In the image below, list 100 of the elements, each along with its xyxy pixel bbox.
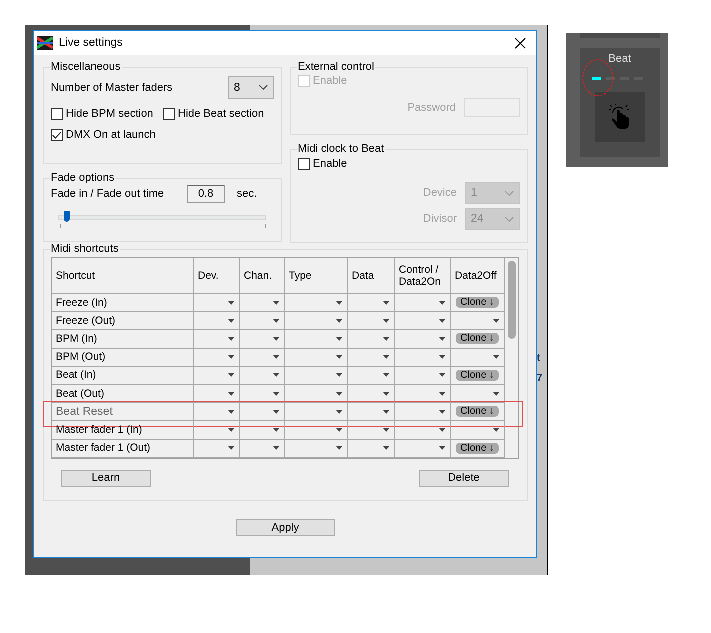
tap-button[interactable] bbox=[595, 92, 645, 142]
dropdown-arrow-icon bbox=[336, 373, 343, 378]
dropdown-cell[interactable] bbox=[240, 366, 285, 385]
dropdown-arrow-icon bbox=[439, 428, 446, 432]
dropdown-cell[interactable] bbox=[348, 330, 395, 349]
dropdown-cell[interactable] bbox=[194, 348, 240, 367]
dropdown-cell[interactable] bbox=[240, 330, 285, 349]
table-cell: Beat Reset bbox=[52, 403, 194, 422]
dropdown-arrow-icon bbox=[228, 392, 235, 396]
dropdown-cell[interactable] bbox=[348, 440, 395, 458]
table-cell: BPM (Out) bbox=[52, 348, 194, 367]
checkbox[interactable] bbox=[298, 158, 310, 170]
dropdown-arrow-icon bbox=[439, 300, 446, 305]
dropdown-cell[interactable] bbox=[395, 384, 451, 404]
dropdown-arrow-icon bbox=[439, 336, 446, 341]
action-button[interactable]: Learn bbox=[61, 470, 151, 487]
dropdown-cell[interactable] bbox=[285, 312, 348, 330]
group-title: Miscellaneous bbox=[50, 61, 122, 73]
dropdown-arrow-icon bbox=[228, 373, 235, 378]
dropdown-arrow-icon bbox=[228, 428, 235, 432]
column-header: Chan. bbox=[240, 258, 285, 294]
dropdown-cell[interactable] bbox=[395, 294, 451, 312]
dropdown-arrow-icon bbox=[493, 428, 500, 432]
dropdown-cell[interactable] bbox=[240, 440, 285, 458]
dropdown-arrow-icon bbox=[273, 392, 280, 396]
dropdown-arrow-icon bbox=[336, 392, 343, 396]
dropdown-arrow-icon bbox=[273, 446, 280, 450]
dropdown-cell[interactable] bbox=[240, 312, 285, 330]
dropdown-cell[interactable] bbox=[240, 421, 285, 440]
dropdown-cell[interactable] bbox=[285, 366, 348, 385]
checkbox-label: Enable bbox=[313, 158, 348, 170]
column-header: Type bbox=[285, 258, 348, 294]
group-title: Midi shortcuts bbox=[50, 243, 120, 255]
dropdown-cell[interactable] bbox=[348, 294, 395, 312]
dropdown-cell[interactable] bbox=[194, 294, 240, 312]
dropdown-arrow-icon bbox=[383, 446, 390, 450]
dropdown-cell[interactable] bbox=[194, 330, 240, 349]
dropdown-cell[interactable] bbox=[240, 348, 285, 367]
dropdown-cell[interactable] bbox=[285, 440, 348, 458]
apply-button[interactable]: Apply bbox=[236, 519, 335, 536]
dropdown-cell[interactable] bbox=[395, 421, 451, 440]
dropdown-cell[interactable] bbox=[395, 312, 451, 330]
scrollbar-thumb[interactable] bbox=[508, 261, 516, 339]
dropdown-cell[interactable] bbox=[395, 348, 451, 367]
action-button[interactable]: Delete bbox=[419, 470, 509, 487]
dropdown-cell[interactable] bbox=[240, 384, 285, 404]
table-cell: Master fader 1 (Out) bbox=[52, 440, 194, 458]
dropdown-cell[interactable] bbox=[194, 403, 240, 422]
dropdown-cell[interactable] bbox=[348, 384, 395, 404]
dropdown-cell[interactable] bbox=[395, 403, 451, 422]
dropdown-cell[interactable] bbox=[348, 348, 395, 367]
clone-button[interactable]: Clone ↓ bbox=[456, 297, 500, 308]
dropdown-cell[interactable] bbox=[194, 440, 240, 458]
table-cell: BPM (In) bbox=[52, 330, 194, 349]
dropdown-cell[interactable] bbox=[240, 403, 285, 422]
input-field[interactable]: 0.8 bbox=[187, 185, 225, 203]
dropdown-cell[interactable] bbox=[395, 330, 451, 349]
dropdown-cell[interactable] bbox=[240, 294, 285, 312]
checkbox[interactable] bbox=[51, 108, 63, 120]
dropdown-cell[interactable] bbox=[348, 366, 395, 385]
dropdown-cell[interactable] bbox=[395, 366, 451, 385]
dropdown-arrow-icon bbox=[336, 318, 343, 323]
dropdown-cell[interactable] bbox=[348, 312, 395, 330]
dropdown-cell[interactable] bbox=[285, 403, 348, 422]
field-label: Divisor bbox=[423, 213, 457, 225]
dropdown-arrow-icon bbox=[273, 300, 280, 305]
dropdown-arrow-icon bbox=[336, 355, 343, 360]
dropdown-cell[interactable] bbox=[285, 348, 348, 367]
slider-thumb[interactable] bbox=[64, 211, 70, 222]
dropdown-arrow-icon bbox=[493, 318, 500, 323]
dropdown-arrow-icon bbox=[336, 410, 343, 414]
dropdown-cell[interactable] bbox=[194, 312, 240, 330]
dropdown-cell[interactable] bbox=[395, 440, 451, 458]
dropdown-cell[interactable] bbox=[194, 384, 240, 404]
dropdown-cell[interactable] bbox=[285, 421, 348, 440]
dropdown-cell[interactable] bbox=[285, 384, 348, 404]
table-cell: Beat (In) bbox=[52, 366, 194, 385]
clone-button[interactable]: Clone ↓ bbox=[456, 370, 500, 381]
dropdown-arrow-icon bbox=[383, 428, 390, 432]
dropdown-arrow-icon bbox=[228, 318, 235, 323]
dropdown-arrow-icon bbox=[336, 336, 343, 341]
chevron-icon bbox=[259, 85, 268, 90]
field-label: Device bbox=[423, 187, 457, 199]
checkbox[interactable] bbox=[163, 108, 175, 120]
clone-button[interactable]: Clone ↓ bbox=[456, 333, 500, 344]
table-cell: Freeze (In) bbox=[52, 294, 194, 312]
clone-button[interactable]: Clone ↓ bbox=[456, 406, 500, 418]
dropdown[interactable]: 8 bbox=[228, 76, 274, 99]
dropdown-cell[interactable] bbox=[194, 421, 240, 440]
dropdown-cell[interactable] bbox=[194, 366, 240, 385]
checkbox[interactable] bbox=[51, 129, 63, 141]
table-cell: Beat (Out) bbox=[52, 384, 194, 404]
clone-button[interactable]: Clone ↓ bbox=[456, 442, 500, 454]
scrollbar[interactable] bbox=[505, 257, 519, 459]
dropdown-cell[interactable] bbox=[348, 403, 395, 422]
dropdown-cell[interactable] bbox=[348, 421, 395, 440]
dropdown-cell[interactable] bbox=[285, 294, 348, 312]
dropdown-arrow-icon bbox=[383, 355, 390, 360]
dropdown-cell[interactable] bbox=[285, 330, 348, 349]
group-title: Midi clock to Beat bbox=[297, 143, 386, 155]
